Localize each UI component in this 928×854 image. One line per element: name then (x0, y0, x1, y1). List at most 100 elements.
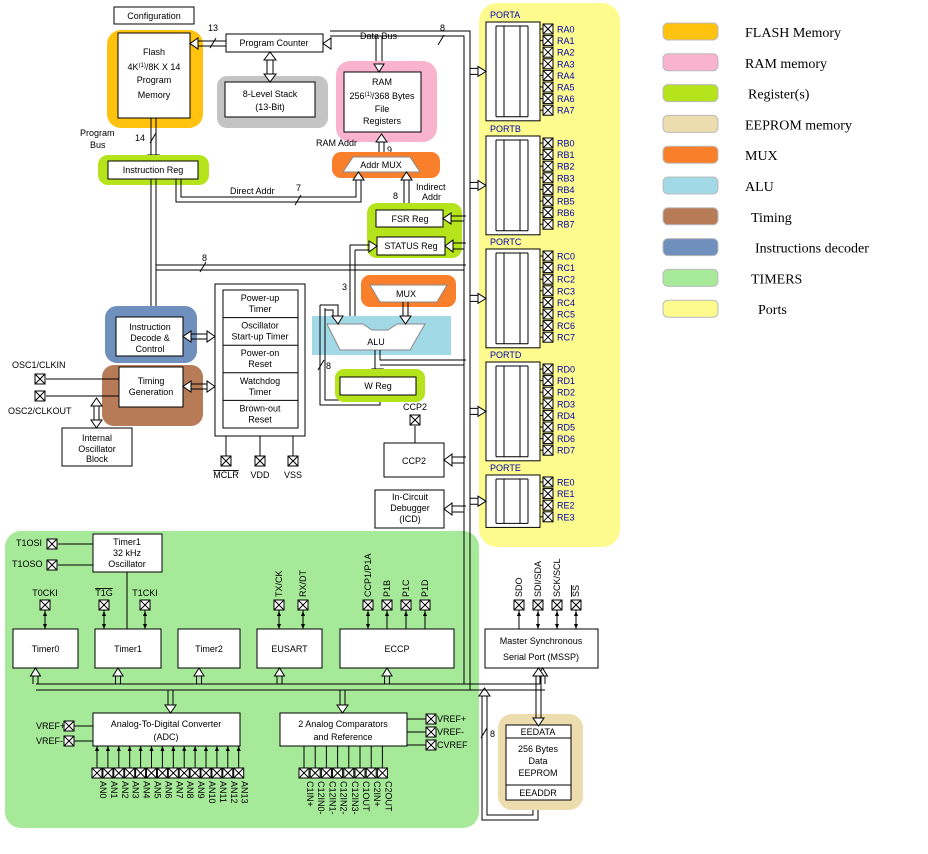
comparator-pin-label: C12IN0- (316, 781, 326, 815)
eeprom-size: 256 Bytes (518, 744, 559, 754)
adc-pin-label: AN3 (131, 781, 141, 799)
status-reg-label: STATUS Reg (384, 241, 437, 251)
adc-label-2: (ADC) (154, 732, 179, 742)
port-pin (542, 296, 554, 308)
peripheral-pin (419, 599, 431, 611)
port-pin (542, 320, 554, 332)
ram-addr-label: RAM Addr (316, 138, 357, 148)
port-pin-label: RC0 (557, 252, 575, 262)
comparator-pin-label: C2OUT (383, 781, 393, 812)
eeprom-data: Data (528, 756, 547, 766)
legend-label: FLASH Memory (745, 26, 841, 41)
legend-label: Register(s) (748, 88, 810, 103)
port-pin (542, 409, 554, 421)
port-pin-label: RC1 (557, 263, 575, 273)
osc1-pin (34, 373, 46, 385)
ram-label: RAM (372, 77, 392, 87)
peripheral-pin (139, 599, 151, 611)
reset-item-label: Power-up (241, 293, 280, 303)
port-pin (542, 476, 554, 488)
adc-pin-label: AN8 (185, 781, 195, 799)
port-pin-label: RD3 (557, 399, 575, 409)
reset-item-label: Brown-out (239, 403, 281, 413)
port-pin-label: RC3 (557, 286, 575, 296)
comparator-pin-label: C1IN+ (305, 781, 315, 807)
legend-label: TIMERS (751, 272, 802, 287)
adc-pin (233, 767, 245, 779)
timer1-osc-label-3: Oscillator (108, 559, 146, 569)
port-pin (542, 58, 554, 70)
port-pin (542, 81, 554, 93)
timing-label: Timing (138, 376, 165, 386)
port-pin (542, 262, 554, 274)
port-pin (542, 104, 554, 116)
port-pin (542, 511, 554, 523)
instruction-decode-label-2: Decode & (130, 333, 170, 343)
port-pin (542, 363, 554, 375)
port-pin-label: RD5 (557, 423, 575, 433)
legend-label: Timing (751, 211, 792, 226)
timer1-osc-label-2: 32 kHz (113, 548, 142, 558)
bus-width-13: 13 (208, 23, 218, 33)
bus-width-7: 7 (296, 183, 301, 193)
adc-pin-label: AN1 (109, 781, 119, 799)
eccp-label: ECCP (384, 644, 409, 654)
adc-pin (156, 767, 168, 779)
bus-width-3: 3 (342, 282, 347, 292)
comparator-pin (309, 767, 321, 779)
port-pin-label: RB6 (557, 208, 575, 218)
ccp2-pin-label: CCP2 (403, 402, 427, 412)
port-pin (542, 250, 554, 262)
ram-size: 256(1)/368 Bytes (350, 91, 415, 101)
timer2-label: Timer2 (195, 644, 223, 654)
eeprom-label: EEPROM (518, 768, 557, 778)
osc2-label: OSC2/CLKOUT (8, 406, 72, 416)
port-pin-label: RA4 (557, 71, 575, 81)
internal-osc-label: Internal (82, 433, 112, 443)
adc-pin-label: AN4 (142, 781, 152, 799)
data-bus-label: Data Bus (360, 31, 398, 41)
bus-width-14: 14 (135, 133, 145, 143)
peripheral-pin (570, 599, 582, 611)
reset-item-label-2: Timer (249, 304, 272, 314)
adc-pin-label: AN7 (174, 781, 184, 799)
peripheral-pin-label: T1G (95, 588, 113, 598)
port-pin (542, 386, 554, 398)
comparators-label: 2 Analog Comparators (298, 719, 388, 729)
comparator-pin-label: C12IN1- (327, 781, 337, 815)
peripheral-pin-label: P1B (382, 580, 392, 597)
port-label: PORTA (490, 10, 520, 20)
reset-item-label-2: Timer (249, 387, 272, 397)
adc-pin (146, 767, 157, 779)
ccp2-pin (409, 414, 421, 426)
bus-width-8-e: 8 (490, 729, 495, 739)
adc-pin-label: AN5 (153, 781, 163, 799)
addr-mux-label: Addr MUX (360, 160, 402, 170)
peripheral-pin-label: TX/CK (274, 570, 284, 597)
port-pin (542, 195, 554, 207)
comparator-pin-label: C1OUT (361, 781, 371, 812)
legend-label: Ports (758, 303, 787, 318)
program-bus-label-2: Bus (90, 140, 106, 150)
port-pin-label: RE0 (557, 478, 575, 488)
adc-pin (211, 767, 223, 779)
peripheral-pin (297, 599, 309, 611)
adc-pin (200, 767, 212, 779)
instruction-decode-label-3: Control (135, 344, 164, 354)
supply-pin-1 (254, 455, 266, 467)
adc-pin-label: AN0 (98, 781, 108, 799)
adc-pin (222, 767, 234, 779)
peripheral-pin (273, 599, 285, 611)
adc-pin-label: AN9 (196, 781, 206, 799)
port-pin (542, 444, 554, 456)
port-pin-label: RB0 (557, 139, 575, 149)
icd-label-2: Debugger (390, 503, 430, 513)
instruction-decode-label: Instruction (129, 322, 171, 332)
adc-vref-label: VREF- (36, 736, 63, 746)
fsr-reg-label: FSR Reg (391, 214, 428, 224)
peripheral-pin-label: T1CKI (132, 588, 158, 598)
adc-pin (189, 767, 201, 779)
timer1-label: Timer1 (114, 644, 142, 654)
reset-item-label-2: Reset (248, 359, 272, 369)
comp-vref-label: CVREF (437, 740, 468, 750)
